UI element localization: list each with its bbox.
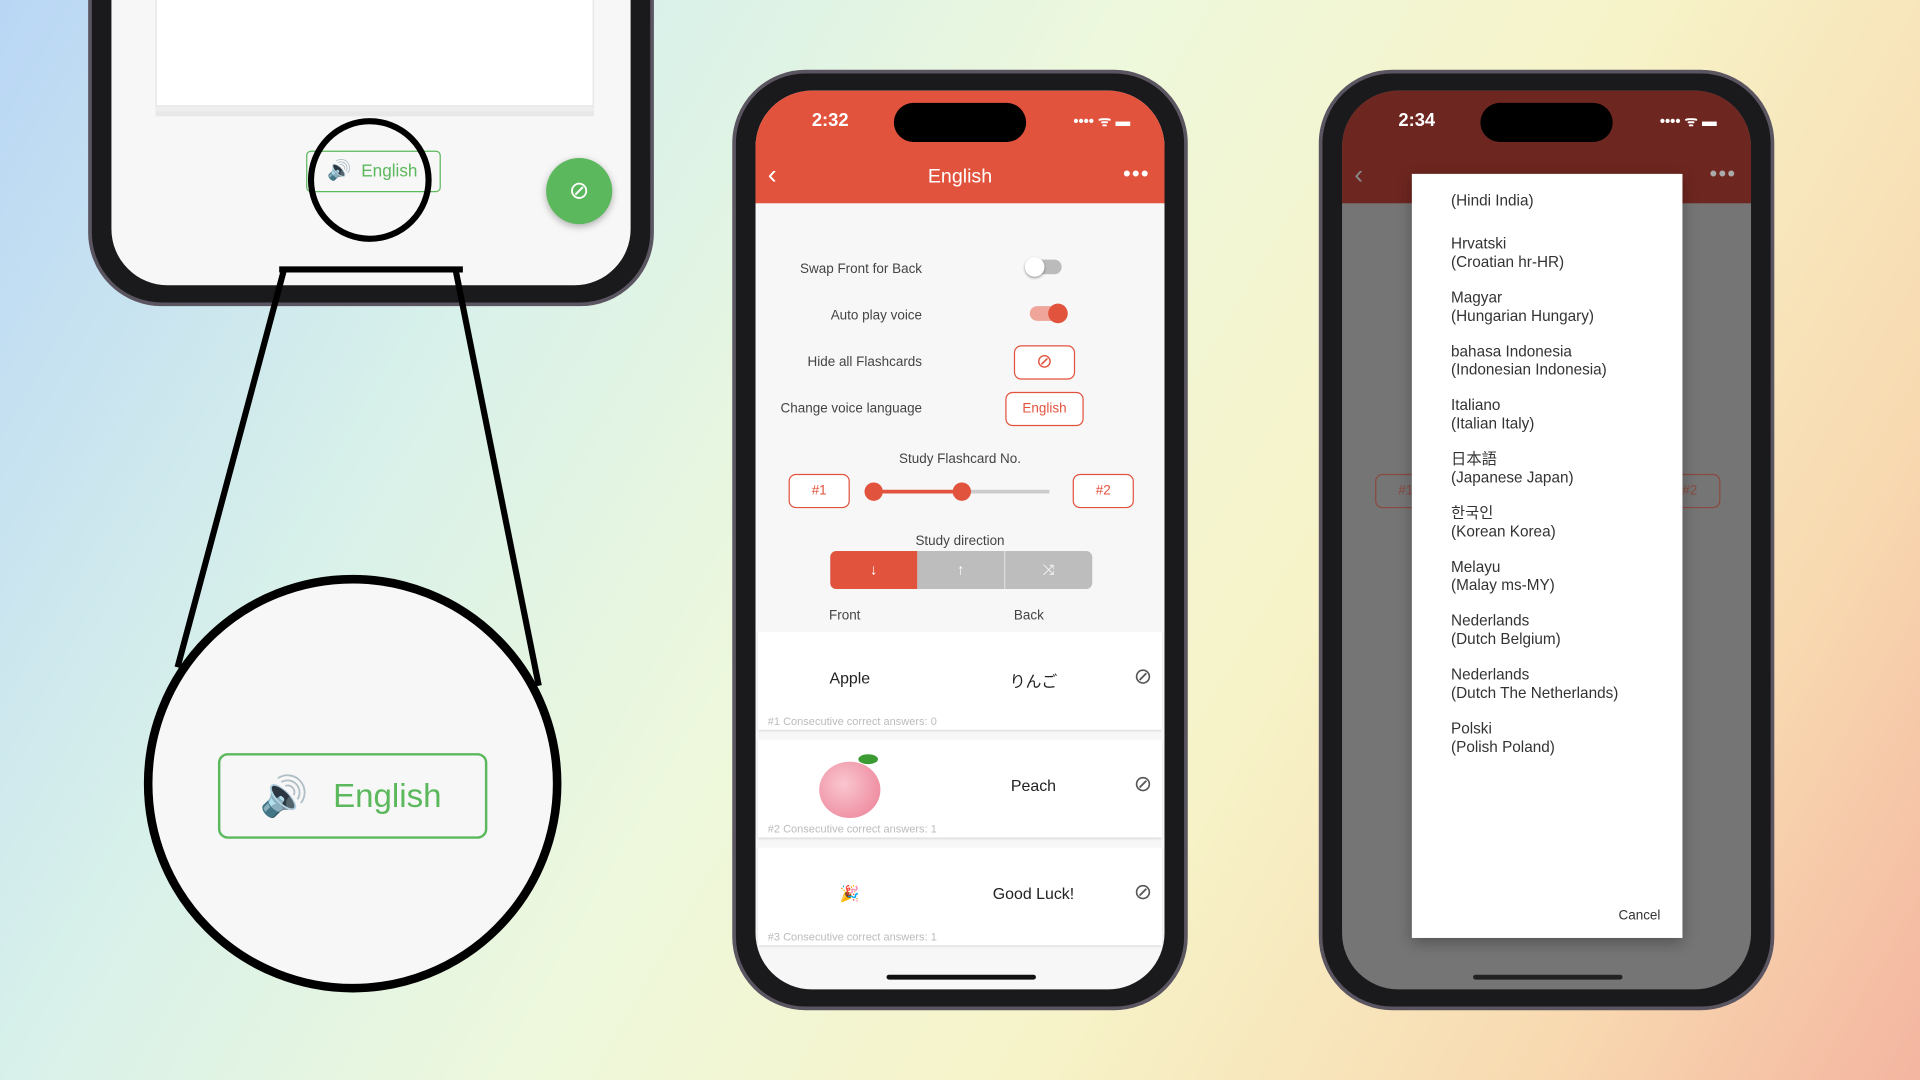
card-front: Apple [829,668,871,687]
swap-toggle[interactable] [1024,257,1062,277]
language-option[interactable]: Nederlands (Dutch Belgium) [1412,604,1683,658]
language-desc: (Hungarian Hungary) [1451,307,1594,325]
language-option[interactable]: 한국인 (Korean Korea) [1412,496,1683,550]
eye-slash-icon: ⊘ [1036,351,1053,373]
dynamic-island [893,102,1027,143]
swap-label: Swap Front for Back [800,262,923,277]
language-option[interactable]: Hrvatski (Croatian hr-HR) [1412,227,1683,281]
more-button: ••• [1709,161,1737,187]
status-time: 2:34 [1398,110,1436,132]
page-title: English [927,166,993,188]
card-meta: #1 Consecutive correct answers: 0 [767,715,937,728]
back-header: Back [1013,608,1044,624]
language-option[interactable]: bahasa Indonesia (Indonesian Indonesia) [1412,334,1683,388]
language-option[interactable]: (Hindi India) [1412,184,1683,227]
small-magnifier-circle [307,118,432,242]
language-name: Nederlands [1451,666,1530,684]
language-option[interactable]: Nederlands (Dutch The Netherlands) [1412,658,1683,712]
back-button: ‹ [1354,159,1364,190]
language-name: bahasa Indonesia [1451,342,1572,361]
language-option[interactable]: Melayu (Malay ms-MY) [1412,550,1683,604]
voice-language-button[interactable]: English [1005,391,1084,427]
card-back: りんご [1009,672,1058,691]
phone-middle-screen: 2:32 •••• ᯤ ▬ ‹ English ••• Swap Front f… [755,90,1165,990]
stage: 🔊 English ⊘ 🔊 English 2:32 •••• ᯤ ▬ ‹ En… [0,0,1920,1080]
range-slider[interactable] [864,482,1050,501]
range-to-button[interactable]: #2 [1072,473,1134,509]
status-icons: •••• ᯤ ▬ [1073,112,1131,130]
magnified-label: English [333,777,442,815]
language-desc: (Polish Poland) [1451,738,1555,756]
home-indicator [1473,974,1623,980]
flashcard[interactable]: 🎉 Good Luck! ⊘ #3 Consecutive correct an… [757,847,1163,946]
auto-play-toggle[interactable] [1029,303,1068,324]
status-time: 2:32 [811,110,849,132]
direction-shuffle[interactable]: ⤨ [1005,551,1092,589]
direction-segmented: ↓ ↑ ⤨ [830,551,1093,589]
language-desc: (Dutch Belgium) [1451,630,1561,648]
language-option[interactable]: 日本語 (Japanese Japan) [1412,442,1683,496]
language-list: (Hindi India) Hrvatski (Croatian hr-HR) Mag… [1412,174,1683,765]
magnifier-lines [143,118,562,993]
peach-icon [819,761,881,818]
dynamic-island [1480,102,1613,143]
card-back: Good Luck! [992,884,1075,903]
front-header: Front [828,608,861,624]
language-name: 日本語 [1451,450,1497,468]
language-desc: (Croatian hr-HR) [1451,253,1565,271]
language-name: Hrvatski [1451,235,1507,253]
language-dialog: (Hindi India) Hrvatski (Croatian hr-HR) Mag… [1411,173,1683,938]
card-meta: #2 Consecutive correct answers: 1 [767,822,937,836]
eye-slash-icon[interactable]: ⊘ [1134,879,1152,905]
card-back: Peach [1010,776,1057,795]
language-desc: (Indonesian Indonesia) [1451,361,1607,379]
language-name: Italiano [1451,396,1501,414]
phone-right: 2:34 •••• ᯤ ▬ ‹ ••• #1 #2 (Hindi India) H… [1318,69,1775,1011]
language-name: Polski [1451,720,1492,738]
language-desc: (Italian Italy) [1451,415,1535,433]
magnified-speaker-icon: 🔊 [259,773,309,818]
language-option[interactable]: Magyar (Hungarian Hungary) [1412,280,1683,334]
card-front: 🎉 [839,884,860,903]
leaf-icon [858,754,878,765]
hide-all-button[interactable]: ⊘ [1013,345,1076,380]
direction-up[interactable]: ↑ [917,551,1006,589]
range-handle-end[interactable] [952,482,972,501]
auto-play-label: Auto play voice [830,308,923,324]
status-icons: •••• ᯤ ▬ [1659,112,1717,130]
direction-label: Study direction [915,533,1005,549]
cancel-button[interactable]: Cancel [1618,909,1660,924]
language-option[interactable]: Italiano (Italian Italy) [1412,388,1683,442]
language-desc: (Japanese Japan) [1451,468,1574,487]
language-option[interactable]: Polski (Polish Poland) [1412,711,1683,765]
phone-right-screen: 2:34 •••• ᯤ ▬ ‹ ••• #1 #2 (Hindi India) H… [1342,90,1752,990]
language-name: Magyar [1451,288,1503,307]
study-no-label: Study Flashcard No. [898,451,1022,467]
flashcard[interactable]: Peach ⊘ #2 Consecutive correct answers: … [757,739,1163,838]
language-desc: (Korean Korea) [1451,522,1556,541]
eye-slash-icon[interactable]: ⊘ [1134,771,1152,797]
language-name: 한국인 [1451,504,1494,522]
range-from-button[interactable]: #1 [788,473,850,509]
language-desc: (Dutch The Netherlands) [1451,684,1619,702]
eye-slash-icon[interactable]: ⊘ [1134,664,1152,690]
language-desc: (Hindi India) [1451,192,1534,210]
language-name: Melayu [1451,558,1501,576]
phone-middle: 2:32 •••• ᯤ ▬ ‹ English ••• Swap Front f… [732,69,1188,1011]
home-indicator [886,974,1036,980]
range-handle-start[interactable] [864,482,883,501]
direction-down[interactable]: ↓ [830,551,918,589]
magnified-language-button: 🔊 English [217,753,488,839]
more-button[interactable]: ••• [1123,162,1150,188]
flashcard[interactable]: Apple りんご ⊘ #1 Consecutive correct answe… [757,631,1163,730]
voice-label: Change voice language [780,401,923,417]
language-desc: (Malay ms-MY) [1451,576,1555,594]
language-name: Nederlands [1451,612,1530,630]
card-meta: #3 Consecutive correct answers: 1 [767,930,937,943]
hide-label: Hide all Flashcards [807,355,923,370]
